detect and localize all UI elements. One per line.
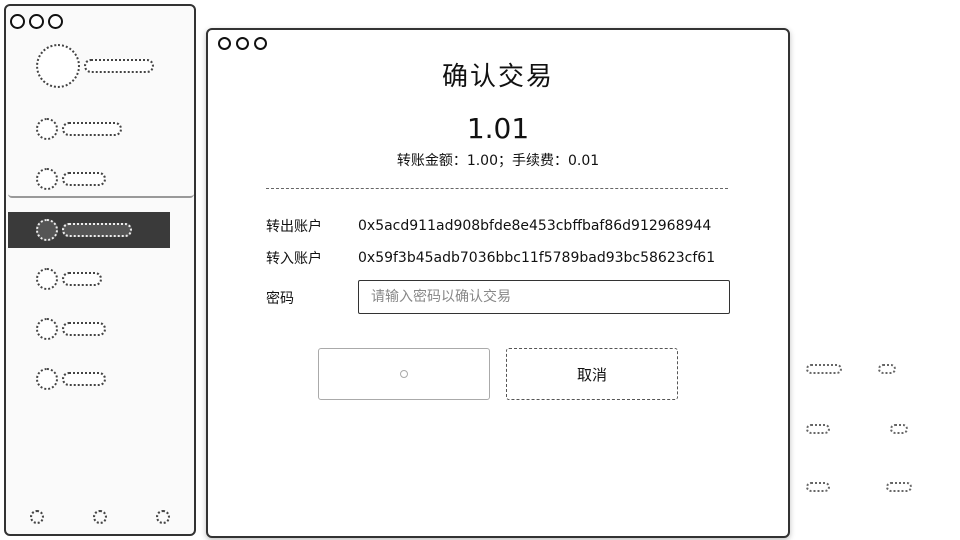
background-decoration [806, 364, 842, 374]
password-row: 密码 [266, 288, 358, 308]
nav-icon-4 [36, 268, 58, 290]
avatar-icon [36, 44, 80, 88]
sidebar-item-3-active[interactable] [8, 212, 170, 248]
sidebar-footer [6, 510, 194, 524]
footer-icon-3[interactable] [155, 510, 170, 524]
from-account-row: 转出账户 0x5acd911ad908bfde8e453cbffbaf86d91… [266, 216, 711, 236]
password-label: 密码 [266, 291, 294, 307]
from-account-address: 0x5acd911ad908bfde8e453cbffbaf86d9129689… [358, 218, 712, 234]
nav-label-4 [62, 272, 102, 286]
nav-label-6 [62, 372, 106, 386]
loading-icon [400, 370, 408, 378]
dashed-divider [266, 188, 728, 189]
background-decoration [890, 424, 908, 434]
password-input[interactable] [358, 280, 730, 314]
footer-icon-1[interactable] [30, 510, 45, 524]
sidebar-profile[interactable] [36, 44, 154, 88]
dialog-body: 确认交易 1.01 转账金额：1.00；手续费：0.01 转出账户 0x5acd… [208, 30, 788, 536]
nav-icon-6 [36, 368, 58, 390]
background-decoration [886, 482, 912, 492]
total-amount: 1.01 [466, 112, 530, 145]
sidebar-item-2[interactable] [36, 168, 106, 190]
background-decoration [878, 364, 896, 374]
to-account-address: 0x59f3b45adb7036bbc11f5789bad93bc58623cf… [358, 250, 716, 266]
background-decoration [806, 482, 830, 492]
sidebar-window [4, 4, 196, 536]
to-account-label: 转入账户 [266, 251, 322, 267]
profile-name-pill [84, 59, 154, 73]
background-decoration [806, 424, 830, 434]
amount-breakdown: 转账金额：1.00；手续费：0.01 [396, 153, 600, 169]
sidebar-item-4[interactable] [36, 268, 102, 290]
from-account-label: 转出账户 [266, 219, 322, 235]
confirm-button[interactable] [318, 348, 490, 400]
nav-icon-2 [36, 168, 58, 190]
nav-label-2 [62, 172, 106, 186]
footer-icon-2[interactable] [92, 510, 107, 524]
confirm-transaction-dialog: 确认交易 1.01 转账金额：1.00；手续费：0.01 转出账户 0x5acd… [206, 28, 790, 538]
sidebar-item-6[interactable] [36, 368, 106, 390]
sidebar-item-5[interactable] [36, 318, 106, 340]
nav-label-1 [62, 122, 122, 136]
nav-icon-1 [36, 118, 58, 140]
nav-icon-5 [36, 318, 58, 340]
nav-label-3 [62, 223, 132, 237]
dialog-title: 确认交易 [441, 62, 554, 92]
nav-icon-3 [36, 219, 58, 241]
nav-label-5 [62, 322, 106, 336]
to-account-row: 转入账户 0x59f3b45adb7036bbc11f5789bad93bc58… [266, 248, 715, 268]
cancel-button[interactable]: 取消 [506, 348, 678, 400]
sidebar-item-1[interactable] [36, 118, 122, 140]
